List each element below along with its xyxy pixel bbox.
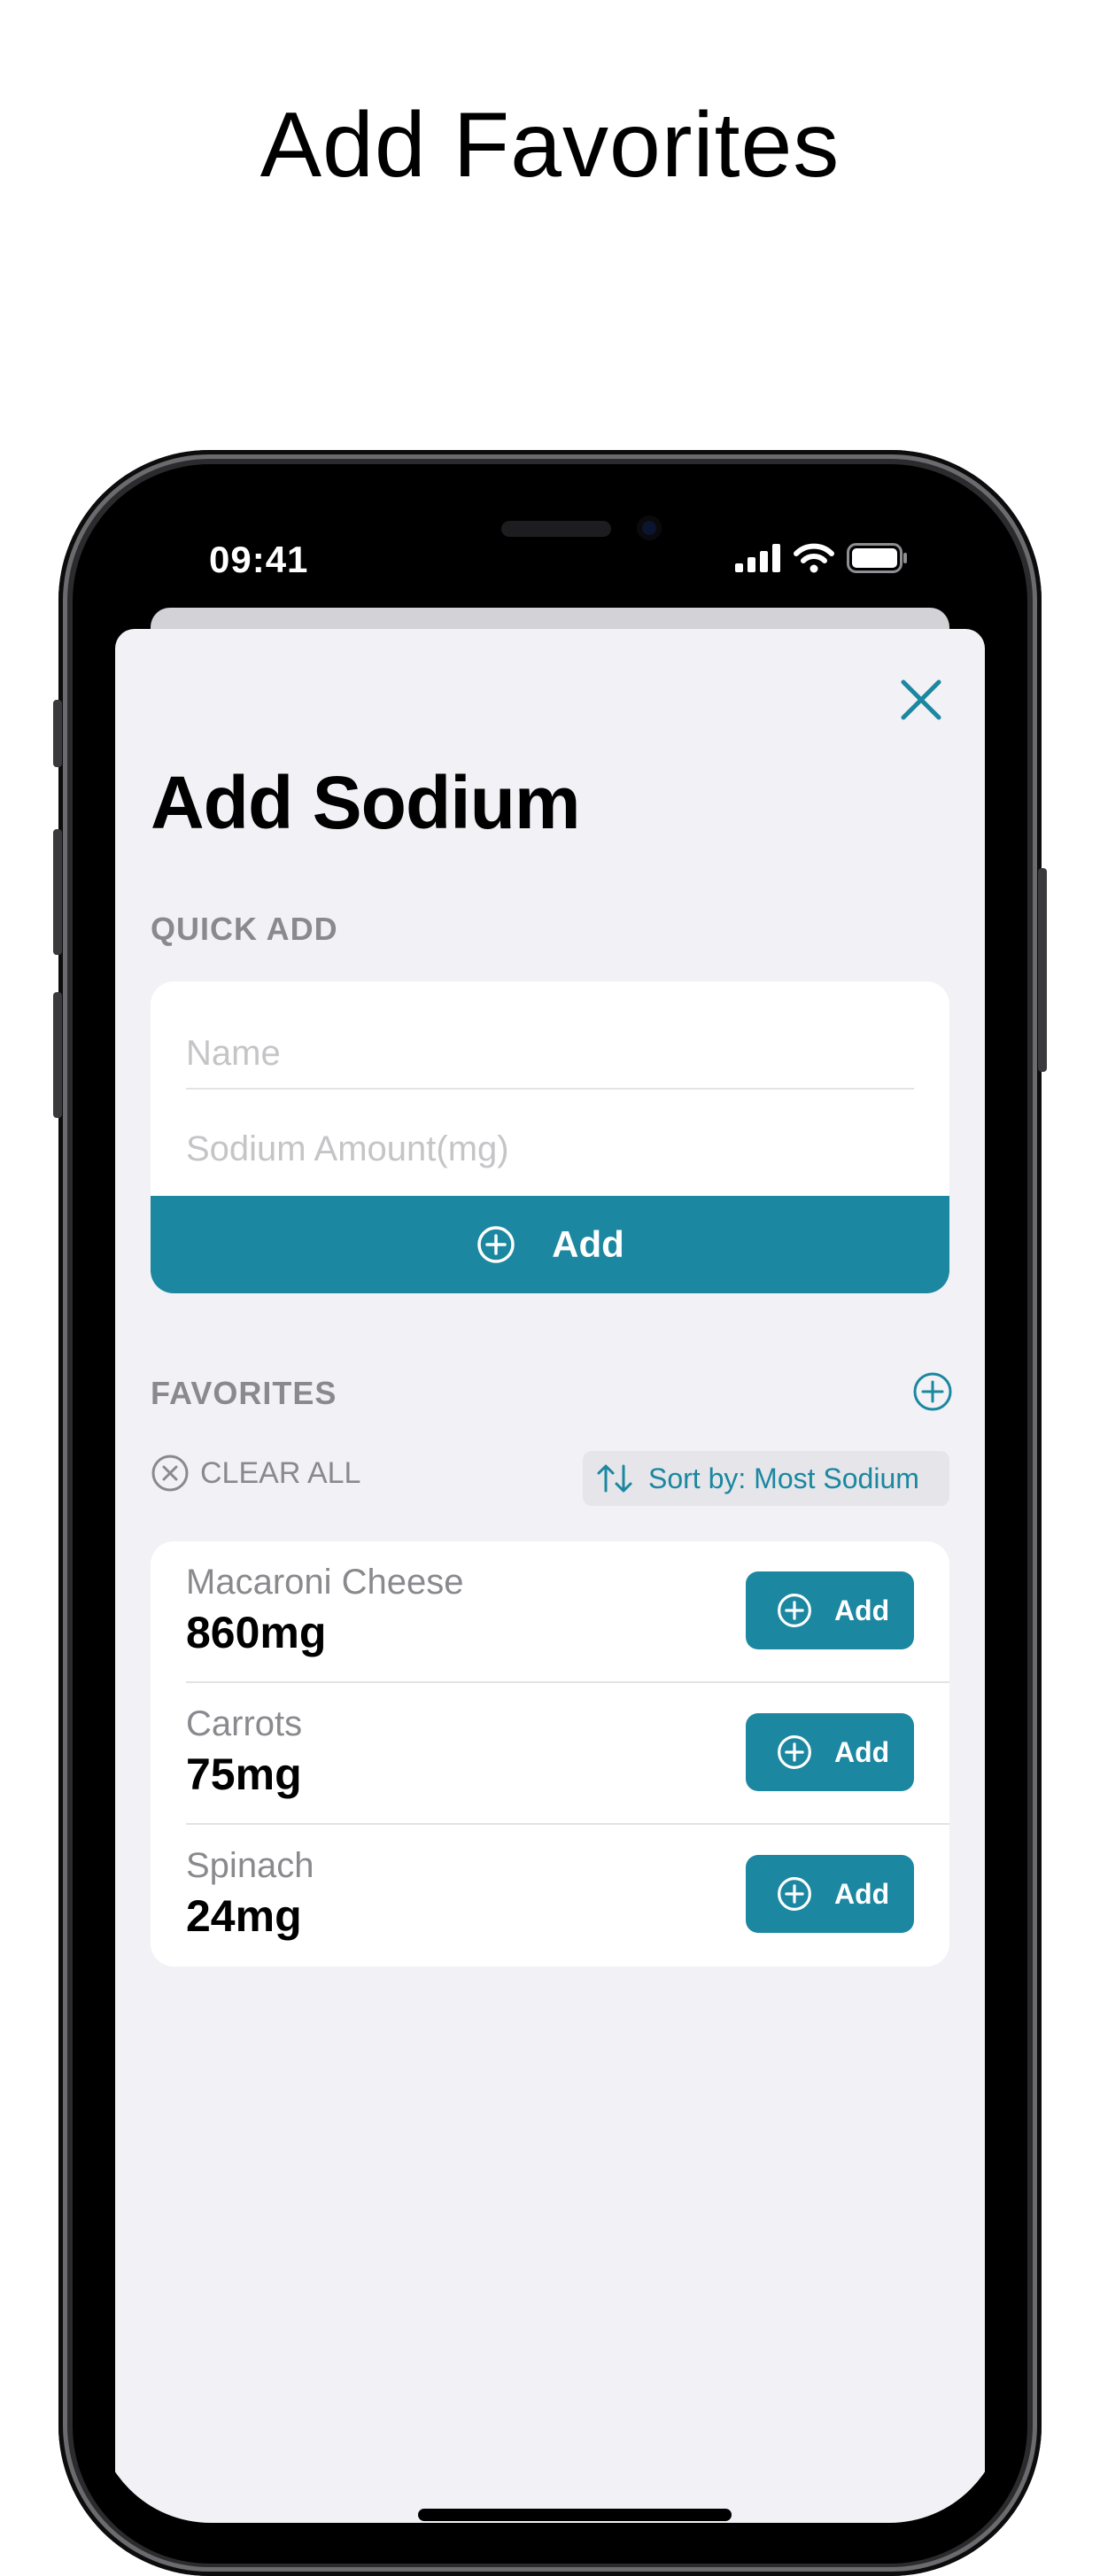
favorite-name: Macaroni Cheese [186,1563,464,1602]
battery-icon [847,543,907,573]
quick-add-button[interactable]: Add [151,1196,949,1293]
status-icons [735,542,909,574]
favorite-add-label: Add [834,1735,890,1768]
plus-circle-icon [778,1594,811,1627]
front-camera [637,516,662,540]
list-item: Macaroni Cheese 860mg Add [151,1541,949,1683]
name-input[interactable] [186,1015,914,1091]
quick-add-button-label: Add [552,1223,624,1265]
list-item: Spinach 24mg Add [151,1825,949,1967]
favorite-add-button[interactable]: Add [746,1855,914,1933]
close-icon[interactable] [896,675,946,725]
quick-add-card: Add [151,982,949,1293]
favorite-add-button[interactable]: Add [746,1713,914,1791]
plus-circle-icon [477,1226,515,1263]
quick-add-divider [186,1088,914,1090]
favorite-add-button[interactable]: Add [746,1571,914,1649]
add-sodium-sheet: Add Sodium QUICK ADD Add FAVORITES [115,629,985,2523]
favorite-name: Carrots [186,1704,303,1743]
plus-circle-icon [778,1877,811,1911]
status-time: 09:41 [209,539,309,580]
favorite-add-label: Add [834,1877,890,1910]
x-circle-icon [151,1455,189,1492]
phone-volume-up [53,829,62,955]
quick-add-section-label: QUICK ADD [151,911,338,947]
favorites-section-label: FAVORITES [151,1375,337,1411]
phone-volume-down [53,992,62,1118]
favorites-list: Macaroni Cheese 860mg Add Carrots 75mg A… [151,1541,949,1967]
plus-circle-icon [778,1735,811,1769]
list-item: Carrots 75mg Add [151,1683,949,1825]
phone-silent-switch [53,700,62,767]
sort-arrows-icon [597,1464,632,1493]
phone-power-button [1038,868,1047,1072]
phone-screen: 09:41 Add Sodium QUICK ADD Name Sodium A… [96,485,1004,2523]
sort-button-label: Sort by: Most Sodium [648,1462,919,1494]
clear-all-label: CLEAR ALL [200,1455,361,1490]
favorite-amount: 75mg [186,1750,302,1799]
home-indicator[interactable] [418,2509,732,2521]
favorite-add-label: Add [834,1594,890,1626]
page-title: Add Sodium [151,761,581,844]
wifi-icon [794,543,834,573]
sodium-amount-input[interactable] [186,1111,914,1187]
add-favorite-icon[interactable] [912,1371,953,1412]
favorite-amount: 24mg [186,1891,302,1941]
clear-all-button[interactable]: CLEAR ALL [151,1453,360,1494]
cellular-signal-icon [735,544,780,572]
marketing-headline: Add Favorites [260,94,840,197]
favorite-amount: 860mg [186,1608,327,1657]
sort-button[interactable]: Sort by: Most Sodium [583,1451,949,1506]
favorite-name: Spinach [186,1846,314,1885]
earpiece-speaker [501,521,611,537]
